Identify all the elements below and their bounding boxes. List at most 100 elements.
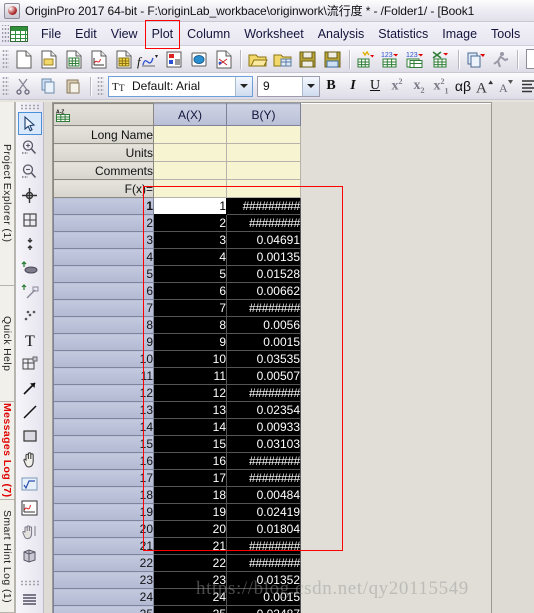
align-button[interactable]	[518, 75, 534, 97]
menu-edit[interactable]: Edit	[68, 24, 104, 44]
formula-b-cell[interactable]	[226, 179, 301, 198]
cell-a[interactable]: 8	[153, 316, 227, 334]
cell-a[interactable]: 14	[153, 418, 227, 436]
menu-statistics[interactable]: Statistics	[371, 24, 435, 44]
row-header[interactable]: 9	[53, 333, 154, 351]
scatter-tool[interactable]	[18, 304, 42, 327]
font-toolbar-grip[interactable]	[97, 76, 104, 96]
row-header[interactable]: 18	[53, 486, 154, 504]
cell-a[interactable]: 24	[153, 588, 227, 606]
cell-a[interactable]: 6	[153, 282, 227, 300]
cell-a[interactable]: 7	[153, 299, 227, 317]
menu-file[interactable]: File	[34, 24, 68, 44]
cut-icon[interactable]	[11, 75, 36, 98]
import-multiple-ascii-icon[interactable]: 123	[404, 48, 429, 71]
cell-a[interactable]: 25	[153, 605, 227, 613]
cell-a[interactable]: 12	[153, 384, 227, 402]
cell-b[interactable]: 0.02419	[226, 503, 301, 521]
greek-button[interactable]: αβ	[452, 75, 474, 97]
cell-b[interactable]: 0.00135	[226, 248, 301, 266]
data-selector-tool[interactable]	[18, 256, 42, 279]
screen-reader-tool[interactable]	[18, 184, 42, 207]
new-project-icon[interactable]	[11, 48, 36, 71]
sidebar-item-messages-log[interactable]: Messages Log (7)	[0, 402, 15, 500]
row-header[interactable]: 23	[53, 571, 154, 589]
column-header-a[interactable]: A(X)	[153, 103, 227, 126]
row-header[interactable]: 21	[53, 537, 154, 555]
cell-b[interactable]: 0.03535	[226, 350, 301, 368]
new-folder-icon[interactable]	[36, 48, 61, 71]
cell-a[interactable]: 11	[153, 367, 227, 385]
line-tool[interactable]	[18, 400, 42, 423]
formula-a-cell[interactable]	[153, 179, 227, 198]
cell-b[interactable]: ########	[226, 537, 301, 555]
cell-a[interactable]: 18	[153, 486, 227, 504]
cell-b[interactable]: 0.00507	[226, 367, 301, 385]
cell-a[interactable]: 21	[153, 537, 227, 555]
pointer-tool[interactable]	[17, 112, 42, 135]
row-header[interactable]: 8	[53, 316, 154, 334]
new-notes-icon[interactable]	[186, 48, 211, 71]
cell-b[interactable]: 0.0015	[226, 333, 301, 351]
hand-rotate-tool[interactable]	[18, 520, 42, 543]
paste-icon[interactable]	[61, 75, 86, 98]
cell-a[interactable]: 20	[153, 520, 227, 538]
arrow-tool[interactable]	[18, 376, 42, 399]
rectangle-tool[interactable]	[18, 424, 42, 447]
stacked-lines-icon[interactable]	[18, 588, 42, 611]
long-name-a-cell[interactable]	[153, 125, 227, 144]
save-project-icon[interactable]	[295, 48, 320, 71]
new-excel-icon[interactable]	[211, 48, 236, 71]
units-a-cell[interactable]	[153, 143, 227, 162]
cell-b[interactable]: 0.01352	[226, 571, 301, 589]
row-header[interactable]: 4	[53, 248, 154, 266]
duplicate-icon[interactable]	[463, 48, 488, 71]
underline-button[interactable]: U	[364, 75, 386, 97]
font-dropdown-button[interactable]	[235, 76, 252, 96]
row-header[interactable]: 22	[53, 554, 154, 572]
cell-b[interactable]: 0.0056	[226, 316, 301, 334]
comments-a-cell[interactable]	[153, 161, 227, 180]
cell-b[interactable]: 0.0015	[226, 588, 301, 606]
cell-b[interactable]: 0.00484	[226, 486, 301, 504]
cell-a[interactable]: 15	[153, 435, 227, 453]
cell-a[interactable]: 19	[153, 503, 227, 521]
cell-b[interactable]: ########	[226, 384, 301, 402]
italic-button[interactable]: I	[342, 75, 364, 97]
equation-tool[interactable]	[18, 472, 42, 495]
super-subscript-button[interactable]: x21	[430, 75, 452, 97]
new-function-plot-icon[interactable]: f	[136, 48, 161, 71]
row-header[interactable]: 14	[53, 418, 154, 436]
cell-b[interactable]: #########	[226, 197, 301, 215]
new-layout-icon[interactable]	[161, 48, 186, 71]
new-graph-icon[interactable]	[86, 48, 111, 71]
standard-toolbar-grip[interactable]	[2, 49, 9, 69]
increase-font-button[interactable]: A	[474, 75, 496, 97]
menu-column[interactable]: Column	[180, 24, 237, 44]
cell-b[interactable]: ########	[226, 214, 301, 232]
table-tool[interactable]	[18, 352, 42, 375]
cell-a[interactable]: 9	[153, 333, 227, 351]
zoom-out-tool[interactable]	[18, 160, 42, 183]
row-header[interactable]: 15	[53, 435, 154, 453]
decrease-font-button[interactable]: A	[496, 75, 518, 97]
menu-view[interactable]: View	[104, 24, 145, 44]
row-header[interactable]: 19	[53, 503, 154, 521]
row-header[interactable]: 24	[53, 588, 154, 606]
sidebar-item-quick-help[interactable]: Quick Help	[0, 286, 15, 402]
row-header[interactable]: 20	[53, 520, 154, 538]
row-header[interactable]: 11	[53, 367, 154, 385]
cell-a[interactable]: 1	[153, 197, 227, 215]
comments-b-cell[interactable]	[226, 161, 301, 180]
data-reader-tool[interactable]	[18, 232, 42, 255]
bold-button[interactable]: B	[320, 75, 342, 97]
row-header[interactable]: 16	[53, 452, 154, 470]
row-header[interactable]: 1	[53, 197, 154, 215]
cell-b[interactable]: 0.04691	[226, 231, 301, 249]
cube-rotate-tool[interactable]	[18, 544, 42, 567]
units-b-cell[interactable]	[226, 143, 301, 162]
zoom-combobox[interactable]: 100%	[526, 49, 534, 69]
cell-b[interactable]: 0.03103	[226, 435, 301, 453]
copy-icon[interactable]	[36, 75, 61, 98]
new-workbook-icon[interactable]	[61, 48, 86, 71]
